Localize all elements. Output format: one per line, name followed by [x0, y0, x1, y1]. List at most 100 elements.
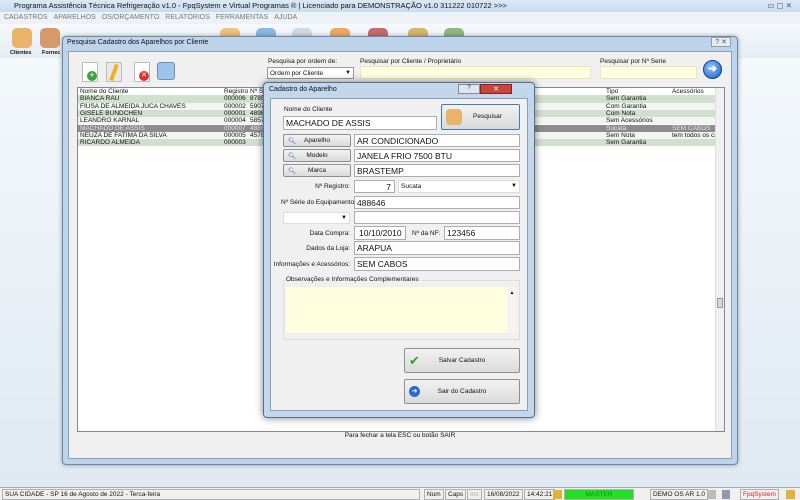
status-time: 14:42:21: [524, 489, 556, 500]
cell-tipo: Sem Acessórios: [606, 117, 653, 125]
computer-icon: [722, 490, 730, 499]
window-controls[interactable]: ▭ ▢ ✕: [767, 0, 792, 12]
sair-label: Sair do Cadastro: [437, 388, 487, 395]
cell-nome: GISELE BUNDCHEN: [80, 109, 143, 117]
menu-bar: CADASTROS APARELHOS OS/ORÇAMENTO RELATÓRIOS…: [0, 12, 800, 24]
tipo-select[interactable]: Sucata ▼: [398, 180, 520, 193]
status-version: DEMO OS AR 1.0: [650, 489, 709, 500]
info-label: Informações e Acessórios:: [273, 261, 350, 268]
status-brand: FpqSystem: [740, 489, 779, 500]
registro-label: Nº Registro:: [315, 183, 350, 190]
menu-aparelhos[interactable]: APARELHOS: [54, 14, 96, 21]
user-icon: [786, 490, 795, 499]
cell-nome: BIANCA RAU: [80, 95, 120, 103]
cell-nome: NEUZA DE FATIMA DA SILVA: [80, 131, 167, 139]
menu-ajuda[interactable]: AJUDA: [274, 14, 297, 21]
client-search-label: Pesquisar por Cliente / Proprietário: [360, 58, 462, 65]
cell-registro: 000002: [224, 102, 246, 110]
registro-input[interactable]: 7: [354, 180, 395, 193]
clients-icon[interactable]: [12, 28, 32, 48]
toolbar-clientes-label[interactable]: Clientes: [10, 50, 31, 56]
aparelho-button[interactable]: 🔍︎ Aparelho: [283, 134, 351, 147]
scrollbar-thumb[interactable]: [717, 298, 723, 308]
status-ins: Ins: [467, 489, 482, 500]
add-icon[interactable]: +: [82, 62, 98, 82]
help-button[interactable]: ?: [458, 84, 480, 94]
modelo-input[interactable]: JANELA FRIO 7500 BTU: [354, 149, 520, 162]
col-registro[interactable]: Registro: [224, 88, 248, 95]
obs-scrollbar[interactable]: ▲: [507, 287, 517, 333]
status-user: MASTER: [564, 489, 634, 500]
nf-input[interactable]: 123456: [444, 226, 520, 240]
modelo-label: Modelo: [306, 152, 328, 159]
search-go-button[interactable]: ➜: [703, 60, 722, 79]
order-value: Ordem por Cliente: [270, 70, 324, 77]
sair-button[interactable]: ➜ Sair do Cadastro: [404, 379, 520, 404]
salvar-button[interactable]: ✔ Salvar Cadastro: [404, 348, 520, 373]
serie-label: Nº Série do Equipamento:: [281, 199, 357, 206]
search-icon: 🔍︎: [288, 168, 297, 175]
serie-input[interactable]: 488646: [354, 196, 520, 209]
grid-scrollbar[interactable]: [715, 88, 724, 431]
chevron-down-icon: ▼: [341, 215, 347, 221]
client-name-input[interactable]: MACHADO DE ASSIS: [283, 116, 437, 130]
marca-label: Marca: [307, 167, 327, 174]
footer-hint: Para fechar a tela ESC ou botão SAIR: [344, 432, 456, 439]
col-tipo[interactable]: Tipo: [606, 88, 618, 95]
info-input[interactable]: SEM CABOS: [354, 257, 520, 271]
supplier-icon[interactable]: [40, 28, 60, 48]
menu-cadastros[interactable]: CADASTROS: [4, 14, 48, 21]
client-search-input[interactable]: [360, 66, 591, 79]
cell-tipo: Com Garantia: [606, 102, 647, 110]
col-acessorios[interactable]: Acessórios: [672, 88, 704, 95]
window-help-close[interactable]: ? ✕: [711, 37, 731, 47]
nome-label: Nome do Cliente: [284, 106, 333, 113]
pesquisar-button[interactable]: Pesquisar: [441, 104, 520, 130]
close-button[interactable]: ✕: [480, 84, 512, 94]
cell-nome: RICARDO ALMEIDA: [80, 139, 140, 147]
search-window-title: Pesquisa Cadastro dos Aparelhos por Clie…: [67, 39, 209, 46]
arrow-right-icon: ➜: [409, 386, 420, 397]
aparelho-input[interactable]: AR CONDICIONADO: [354, 134, 520, 147]
printer-icon: [708, 490, 716, 499]
chevron-down-icon: ▼: [345, 70, 351, 76]
status-date: 16/08/2022: [484, 489, 523, 500]
edit-icon[interactable]: [106, 62, 122, 82]
obs-textarea[interactable]: ▲: [285, 286, 518, 334]
aparelho-label: Aparelho: [303, 137, 331, 144]
cell-nome: LEANDRO KARNAL: [80, 117, 140, 125]
menu-os[interactable]: OS/ORÇAMENTO: [102, 14, 159, 21]
app-title-bar: Programa Assistência Técnica Refrigeraçã…: [0, 0, 800, 12]
order-select[interactable]: Ordem por Cliente ▼: [267, 67, 354, 79]
menu-relatorios[interactable]: RELATÓRIOS: [165, 14, 210, 21]
search-icon: 🔍︎: [288, 138, 297, 145]
menu-ferramentas[interactable]: FERRAMENTAS: [216, 14, 268, 21]
dialog-title: Cadastro do Aparelho: [269, 86, 337, 93]
cell-registro: 000001: [224, 109, 246, 117]
obs-label: Observações e Informações Complementares: [286, 276, 421, 283]
cell-registro: 000007: [224, 124, 246, 132]
status-num: Num: [424, 489, 444, 500]
cell-registro: 000003: [224, 139, 246, 147]
salvar-label: Salvar Cadastro: [438, 357, 486, 364]
cell-tipo: Sem Garantia: [606, 95, 647, 103]
cell-nome: MACHADO DE ASSIS: [80, 124, 145, 132]
extra-select[interactable]: ▼: [283, 212, 350, 224]
data-compra-input[interactable]: 10/10/2010: [354, 226, 406, 240]
marca-button[interactable]: 🔍︎ Marca: [283, 164, 351, 177]
order-label: Pesquisa por ordem de:: [268, 58, 338, 65]
cell-registro: 000005: [224, 131, 246, 139]
modelo-button[interactable]: 🔍︎ Modelo: [283, 149, 351, 162]
col-nome[interactable]: Nome do Cliente: [80, 88, 128, 95]
toolbar-fornec-label[interactable]: Fornec: [42, 50, 60, 56]
loja-input[interactable]: ARAPUA: [354, 241, 520, 255]
search-icon: 🔍︎: [288, 153, 297, 160]
delete-icon[interactable]: ✕: [134, 62, 150, 82]
user-icon: [553, 490, 562, 499]
serial-search-input[interactable]: [600, 66, 697, 79]
marca-input[interactable]: BRASTEMP: [354, 164, 520, 177]
print-icon[interactable]: [157, 62, 175, 80]
extra-input[interactable]: [354, 211, 520, 224]
nf-label: Nº da NF:: [412, 230, 441, 237]
data-label: Data Compra:: [309, 230, 350, 237]
